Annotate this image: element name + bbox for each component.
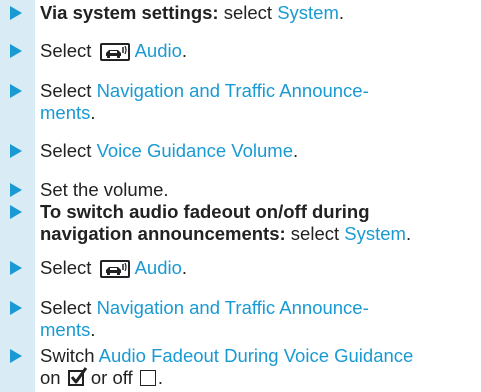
step-text-part: .: [181, 40, 188, 61]
navigation-traffic-link-cont[interactable]: ments: [40, 319, 90, 340]
step-text: Select Navigation and Traffic Announce-m…: [40, 297, 481, 341]
step-arrow-icon: [10, 144, 22, 158]
checked-checkbox-icon: [67, 367, 87, 386]
step-arrow-icon: [10, 301, 22, 315]
step-text-part: or off: [85, 367, 138, 388]
step-text-part: .: [90, 319, 96, 340]
step-text: Via system settings: select System.: [40, 2, 481, 24]
step-arrow-icon: [10, 183, 22, 197]
step-text: Switch Audio Fadeout During Voice Guidan…: [40, 345, 481, 389]
navigation-traffic-link[interactable]: Navigation and Traffic Announce-: [97, 80, 369, 101]
step-bold-prefix: To switch audio fadeout on/off during: [40, 201, 370, 222]
step-text-part: .: [157, 367, 163, 388]
instruction-panel: Via system settings: select System. Sele…: [0, 0, 475, 392]
navigation-traffic-link[interactable]: Navigation and Traffic Announce-: [97, 297, 369, 318]
step-text-part: Select: [40, 80, 97, 101]
step-text-part: .: [338, 2, 345, 23]
step-text: To switch audio fadeout on/off during nav…: [40, 201, 481, 245]
system-link[interactable]: System: [344, 223, 406, 244]
radio-icon: [99, 43, 130, 61]
step-text-part: .: [90, 102, 96, 123]
step-text-part: .: [181, 257, 188, 278]
audio-link[interactable]: Audio: [135, 40, 182, 61]
step-text-part: .: [293, 140, 299, 161]
audio-link[interactable]: Audio: [135, 257, 182, 278]
step-text-part: on: [40, 367, 66, 388]
step-text: Select Audio.: [40, 40, 481, 62]
step-text: Select Navigation and Traffic Announce-m…: [40, 80, 481, 124]
step-text-part: .: [405, 223, 412, 244]
step-text-part: Select: [40, 257, 97, 278]
step-arrow-icon: [10, 349, 22, 363]
navigation-traffic-link-cont[interactable]: ments: [40, 102, 90, 123]
step-text-part: select: [285, 223, 345, 244]
step-arrow-icon: [10, 44, 22, 58]
radio-icon: [99, 260, 130, 278]
step-text: Set the volume.: [40, 179, 481, 201]
step-text: Select Voice Guidance Volume.: [40, 140, 481, 162]
audio-fadeout-link[interactable]: Audio Fadeout During Voice Guidance: [99, 345, 414, 366]
empty-checkbox-icon: [139, 370, 156, 386]
step-arrow-icon: [10, 261, 22, 275]
step-text: Select Audio.: [40, 257, 481, 279]
step-bold-prefix: Via system settings:: [40, 2, 219, 23]
step-text-part: Switch: [40, 345, 99, 366]
step-text-part: Select: [40, 297, 97, 318]
step-text-part: Select: [40, 140, 97, 161]
step-text-part: Set the volume.: [40, 179, 169, 200]
system-link[interactable]: System: [277, 2, 339, 23]
step-text-part: select: [218, 2, 278, 23]
step-bold-prefix-cont: navigation announcements:: [40, 223, 286, 244]
voice-guidance-volume-link[interactable]: Voice Guidance Volume: [97, 140, 293, 161]
step-arrow-icon: [10, 205, 22, 219]
step-arrow-icon: [10, 84, 22, 98]
step-arrow-icon: [10, 6, 22, 20]
step-text-part: Select: [40, 40, 97, 61]
